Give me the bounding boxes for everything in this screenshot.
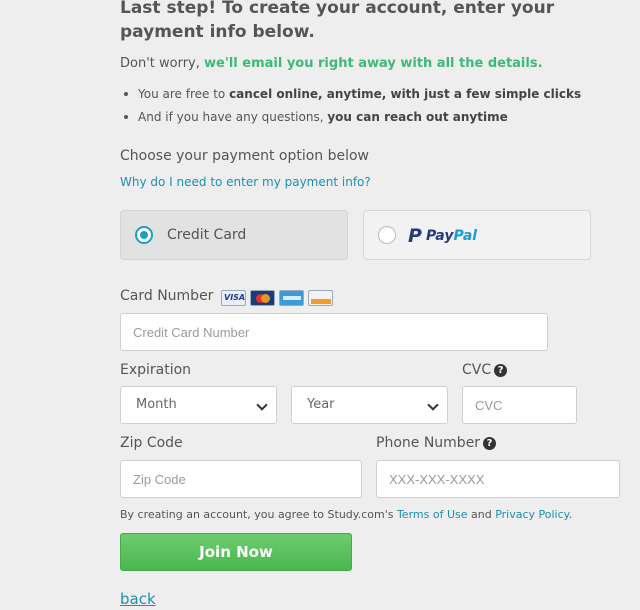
paypal-logo: P PayPal [408,225,478,247]
paypal-option[interactable]: P PayPal [363,210,591,260]
mastercard-icon [250,290,275,306]
credit-card-radio[interactable] [135,226,153,244]
join-now-button[interactable]: Join Now [120,533,352,571]
chevron-down-icon [427,399,439,411]
bullet-text: And if you have any questions, [138,110,328,124]
question-circle-icon[interactable]: ? [494,364,508,377]
why-payment-info-link[interactable]: Why do I need to enter my payment info? [120,175,371,189]
accepted-cards [221,290,337,308]
phone-number-label: Phone Number? [376,435,497,451]
list-item: You are free to cancel online, anytime, … [120,86,581,109]
cvc-label-text: CVC [462,362,492,378]
bullet-bold-text: cancel online, anytime, with just a few … [229,87,582,101]
back-link[interactable]: back [120,590,156,608]
expiration-label: Expiration [120,362,192,378]
payment-option-heading: Choose your payment option below [120,148,370,164]
discover-icon [308,290,333,306]
benefits-list: You are free to cancel online, anytime, … [120,86,581,132]
paypal-logo-text-pay: Pay [425,228,454,244]
amex-icon [279,290,304,306]
year-select-value: Year [307,397,335,412]
chevron-down-icon [256,399,268,411]
terms-prefix: By creating an account, you agree to Stu… [120,508,397,521]
terms-of-use-link[interactable]: Terms of Use [397,508,468,521]
credit-card-option[interactable]: Credit Card [120,210,348,260]
page-title: Last step! To create your account, enter… [120,0,555,42]
paypal-radio[interactable] [378,226,396,244]
month-select[interactable]: Month [120,386,277,424]
visa-icon [221,290,246,306]
phone-number-input[interactable] [376,460,620,498]
reassurance-highlight: we'll email you right away with all the … [204,56,543,71]
year-select[interactable]: Year [291,386,448,424]
reassurance-prefix: Don't worry, [120,56,205,71]
paypal-p-icon: P [408,225,422,247]
bullet-text: You are free to [138,87,230,101]
bullet-icon [124,114,128,119]
zip-code-input[interactable] [120,460,362,498]
phone-label-text: Phone Number [376,435,481,451]
cvc-input[interactable] [462,386,577,424]
bullet-icon [124,91,128,96]
zip-code-label: Zip Code [120,435,183,451]
month-select-value: Month [136,397,177,412]
paypal-logo-text-pal: Pal [453,228,478,244]
privacy-policy-link[interactable]: Privacy Policy [495,508,568,521]
bullet-bold-text: you can reach out anytime [327,110,508,124]
terms-suffix: . [568,508,573,521]
question-circle-icon[interactable]: ? [483,437,497,450]
terms-middle: and [467,508,496,521]
cvc-label: CVC? [462,362,508,378]
terms-notice: By creating an account, you agree to Stu… [120,508,572,521]
credit-card-label: Credit Card [167,227,247,243]
card-number-input[interactable] [120,313,548,351]
card-number-label: Card Number [120,288,214,304]
list-item: And if you have any questions, you can r… [120,109,581,132]
reassurance-text: Don't worry, we'll email you right away … [120,56,543,71]
